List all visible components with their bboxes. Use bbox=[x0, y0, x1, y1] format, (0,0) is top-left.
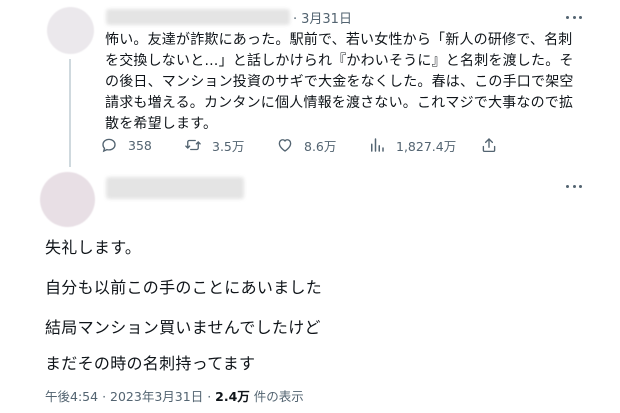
post-time[interactable]: 午後4:54 bbox=[45, 389, 98, 404]
tweet-page: · 3月31日 怖い。友達が詐欺にあった。駅前で、若い女性から「新人の研修で、名刺… bbox=[0, 0, 620, 413]
like-count: 8.6万 bbox=[304, 138, 337, 154]
tweet-text-line: 請求も増える。カンタンに個人情報を渡さない。これマジで大事なので拡 bbox=[105, 95, 574, 111]
share-icon bbox=[482, 138, 496, 153]
blurred-author-name[interactable] bbox=[106, 177, 244, 199]
like-button[interactable]: 8.6万 bbox=[276, 134, 336, 156]
views-icon bbox=[371, 138, 384, 152]
retweet-count: 3.5万 bbox=[212, 138, 245, 154]
tweet-meta: 午後4:54 · 2023年3月31日 · 2.4万 件の表示 bbox=[45, 386, 304, 405]
avatar[interactable] bbox=[40, 172, 95, 227]
tweet-text-line: を交換しないと…」と話しかけられ『かわいそうに』と名刺を渡した。そ bbox=[105, 53, 574, 69]
tweet-text: 怖い。友達が詐欺にあった。駅前で、若い女性から「新人の研修で、名刺 を交換しない… bbox=[105, 30, 605, 135]
tweet-text-line: 散を希望します。 bbox=[105, 116, 218, 132]
tweet-text-line: 怖い。友達が詐欺にあった。駅前で、若い女性から「新人の研修で、名刺 bbox=[105, 32, 573, 48]
reply-text-line: まだその時の名刺持ってます bbox=[45, 354, 256, 373]
reply-icon bbox=[102, 138, 116, 153]
more-icon[interactable] bbox=[566, 14, 582, 20]
separator-dot: · bbox=[207, 389, 212, 404]
reply-count: 358 bbox=[128, 137, 152, 153]
heart-icon bbox=[278, 139, 292, 152]
retweet-icon bbox=[185, 139, 201, 151]
views-count: 1,827.4万 bbox=[396, 138, 457, 154]
separator-dot: · bbox=[293, 12, 298, 27]
views-label: 件の表示 bbox=[253, 389, 304, 404]
reply-text-line: 結局マンション買いませんでしたけど bbox=[45, 318, 321, 337]
avatar[interactable] bbox=[47, 7, 94, 54]
views-button[interactable]: 1,827.4万 bbox=[368, 134, 456, 156]
reply-text-line: 自分も以前この手のことにあいました bbox=[45, 278, 323, 297]
tweet-date-label[interactable]: 3月31日 bbox=[301, 12, 352, 27]
separator-dot: · bbox=[102, 389, 107, 404]
views-total: 2.4万 bbox=[215, 389, 250, 404]
retweet-button[interactable]: 3.5万 bbox=[184, 134, 244, 156]
thread-line bbox=[69, 59, 71, 167]
reply-button[interactable]: 358 bbox=[100, 134, 152, 156]
blurred-author-name[interactable] bbox=[106, 9, 290, 25]
reply-text-line: 失礼します。 bbox=[45, 238, 142, 257]
tweet-action-bar: 358 3.5万 8.6万 1,827.4万 bbox=[100, 134, 510, 156]
share-button[interactable] bbox=[480, 134, 508, 156]
more-icon[interactable] bbox=[566, 183, 582, 189]
post-date[interactable]: 2023年3月31日 bbox=[110, 389, 203, 404]
tweet-text-line: の後日、マンション投資のサギで大金をなくした。春は、この手口で架空 bbox=[105, 74, 574, 90]
tweet-date[interactable]: · 3月31日 bbox=[293, 8, 352, 27]
